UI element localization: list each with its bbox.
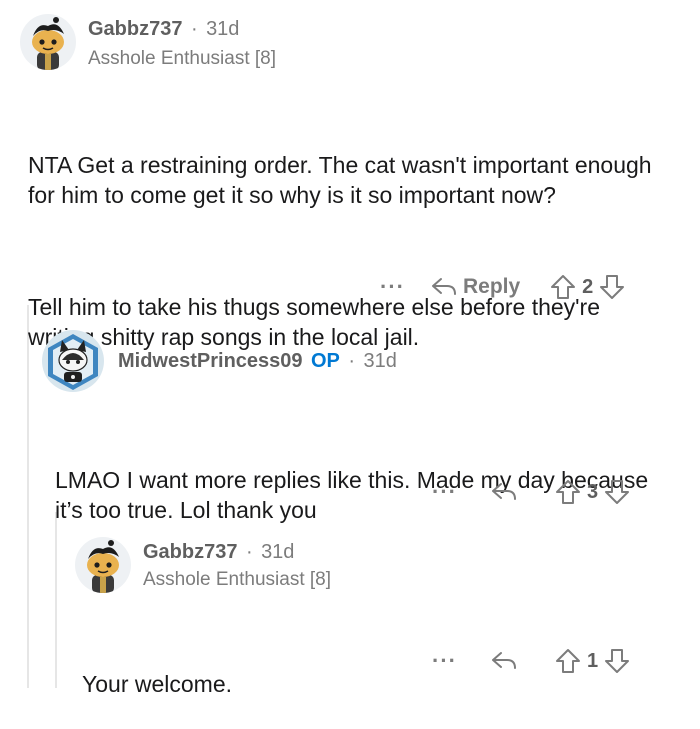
avatar[interactable] (20, 14, 76, 70)
downvote-icon[interactable] (599, 274, 625, 300)
reply-arrow-icon[interactable] (491, 481, 517, 503)
comment-actions: ··· 1 (432, 643, 630, 679)
snoo-avatar-icon (32, 17, 64, 70)
upvote-icon[interactable] (550, 274, 576, 300)
timestamp: 31d (261, 541, 295, 563)
downvote-icon[interactable] (604, 648, 630, 674)
timestamp: 31d (206, 18, 240, 40)
comment-actions: ··· Reply 2 (380, 269, 625, 305)
more-options-button[interactable]: ··· (380, 274, 405, 300)
username[interactable]: MidwestPrincess09 (118, 350, 303, 372)
reply-button[interactable]: Reply (431, 275, 520, 299)
upvote-icon[interactable] (555, 479, 581, 505)
more-options-button[interactable]: ··· (432, 479, 457, 505)
reply-arrow-icon[interactable] (491, 650, 517, 672)
comment-body: NTA Get a restraining order. The cat was… (28, 90, 668, 382)
separator-dot: · (245, 541, 253, 563)
upvote-icon[interactable] (555, 648, 581, 674)
avatar[interactable] (75, 537, 131, 593)
user-flair: Asshole Enthusiast [8] (143, 569, 331, 590)
username[interactable]: Gabbz737 (143, 541, 237, 563)
separator-dot: · (190, 18, 198, 40)
comment-actions: ··· 3 (432, 474, 630, 510)
vote-count: 2 (582, 275, 594, 298)
reply-label: Reply (462, 275, 521, 298)
timestamp: 31d (363, 350, 397, 372)
comment-header: Gabbz737 · 31d (88, 18, 239, 41)
reply-arrow-icon (431, 278, 456, 295)
downvote-icon[interactable] (604, 479, 630, 505)
op-badge: OP (310, 350, 340, 372)
user-flair: Asshole Enthusiast [8] (88, 48, 276, 69)
separator-dot: · (348, 350, 356, 372)
cat-avatar-icon (48, 334, 98, 390)
comment-paragraph: NTA Get a restraining order. The cat was… (28, 152, 658, 208)
username[interactable]: Gabbz737 (88, 18, 182, 40)
vote-count: 1 (586, 649, 599, 672)
comment-header: Gabbz737 · 31d (143, 541, 294, 564)
snoo-avatar-icon (87, 540, 119, 593)
avatar[interactable] (42, 330, 104, 392)
comment-header: MidwestPrincess09 OP · 31d (118, 350, 397, 373)
vote-count: 3 (586, 480, 599, 503)
more-options-button[interactable]: ··· (432, 648, 457, 674)
